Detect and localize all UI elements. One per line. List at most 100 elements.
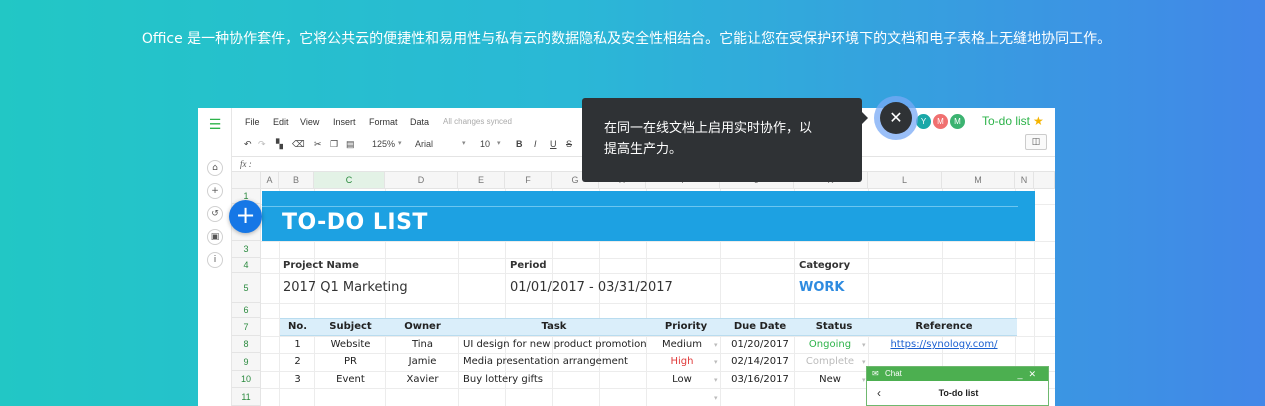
table-cell[interactable]: UI design for new product promotion	[463, 339, 647, 350]
category-label: Category	[799, 260, 851, 271]
close-icon[interactable]: ✕	[880, 102, 912, 134]
italic-button[interactable]: I	[534, 139, 537, 149]
history-icon[interactable]: ↺	[207, 206, 223, 222]
table-cell[interactable]: 03/16/2017	[723, 374, 797, 385]
menu-format[interactable]: Format	[369, 117, 398, 127]
formula-label: fx :	[240, 159, 252, 169]
table-cell[interactable]: 3	[280, 374, 315, 385]
column-header[interactable]: D	[385, 172, 458, 189]
dropdown-arrow-icon[interactable]: ▾	[862, 358, 866, 366]
column-header[interactable]: A	[261, 172, 279, 189]
chat-header: ✉ Chat _✕	[867, 367, 1048, 381]
table-cell[interactable]: PR	[315, 356, 386, 367]
add-user-icon[interactable]: +	[207, 183, 223, 199]
row-header[interactable]: 9	[232, 353, 261, 371]
column-header[interactable]: F	[505, 172, 552, 189]
font-size-select[interactable]: 10	[480, 139, 490, 149]
info-icon[interactable]: i	[207, 252, 223, 268]
category-value[interactable]: WORK	[799, 280, 844, 295]
document-title-text: To-do list	[982, 114, 1031, 128]
menu-file[interactable]: File	[245, 117, 260, 127]
avatar[interactable]: Y	[916, 114, 931, 129]
th-task: Task	[541, 321, 567, 332]
grid-corner[interactable]	[232, 172, 261, 189]
status-badge[interactable]: Ongoing	[797, 339, 863, 350]
th-owner: Owner	[404, 321, 441, 332]
menu-insert[interactable]: Insert	[333, 117, 356, 127]
column-header[interactable]: N	[1015, 172, 1034, 189]
chat-window-controls[interactable]: _✕	[1017, 367, 1042, 381]
row-header[interactable]: 3	[232, 241, 261, 258]
reference-link[interactable]: https://synology.com/	[871, 339, 1017, 350]
font-select[interactable]: Arial	[415, 139, 433, 149]
table-cell[interactable]: 2	[280, 356, 315, 367]
dropdown-arrow-icon[interactable]: ▾	[714, 376, 718, 384]
zoom-select[interactable]: 125%	[372, 139, 395, 149]
font-chevron-down-icon[interactable]: ▾	[462, 139, 466, 147]
column-header[interactable]: M	[942, 172, 1015, 189]
hamburger-menu-icon[interactable]: ☰	[208, 118, 222, 132]
star-icon[interactable]: ★	[1033, 114, 1044, 128]
table-cell[interactable]: Xavier	[386, 374, 459, 385]
dropdown-arrow-icon[interactable]: ▾	[862, 341, 866, 349]
bold-button[interactable]: B	[516, 139, 523, 149]
row-header[interactable]: 10	[232, 371, 261, 388]
project-name-value[interactable]: 2017 Q1 Marketing	[283, 280, 408, 295]
side-panel-toggle-icon[interactable]: ◫	[1025, 134, 1047, 150]
menu-edit[interactable]: Edit	[273, 117, 289, 127]
table-cell[interactable]: Low	[649, 374, 715, 385]
undo-icon[interactable]: ↶	[244, 139, 252, 150]
th-priority: Priority	[664, 321, 708, 332]
period-value[interactable]: 01/01/2017 - 03/31/2017	[510, 280, 673, 295]
table-cell[interactable]: Jamie	[386, 356, 459, 367]
chat-panel[interactable]: ✉ Chat _✕ ‹ To-do list	[866, 366, 1049, 406]
table-cell[interactable]: Event	[315, 374, 386, 385]
row-header[interactable]: 5	[232, 273, 261, 303]
paint-format-icon[interactable]: ▚	[276, 139, 283, 150]
table-cell[interactable]: Buy lottery gifts	[463, 374, 543, 385]
avatar[interactable]: M	[933, 114, 948, 129]
status-badge[interactable]: Complete	[797, 356, 863, 367]
dropdown-arrow-icon[interactable]: ▾	[714, 358, 718, 366]
clear-format-icon[interactable]: ⌫	[292, 139, 305, 150]
cut-icon[interactable]: ✂	[314, 139, 322, 150]
column-header[interactable]: E	[458, 172, 505, 189]
row-header[interactable]: 6	[232, 303, 261, 318]
table-cell[interactable]: 1	[280, 339, 315, 350]
add-button[interactable]: +	[229, 200, 262, 233]
row-header[interactable]: 11	[232, 388, 261, 406]
avatar[interactable]: M	[950, 114, 965, 129]
font-size-chevron-down-icon[interactable]: ▾	[497, 139, 501, 147]
status-badge[interactable]: New	[797, 374, 863, 385]
dropdown-arrow-icon[interactable]: ▾	[714, 341, 718, 349]
dropdown-arrow-icon[interactable]: ▾	[714, 394, 718, 402]
copy-icon[interactable]: ❐	[330, 139, 338, 150]
row-header[interactable]: 7	[232, 318, 261, 336]
todo-banner[interactable]: TO-DO LIST	[262, 191, 1035, 241]
column-header[interactable]: C	[314, 172, 385, 189]
table-cell[interactable]: Media presentation arrangement	[463, 356, 628, 367]
column-header[interactable]: B	[279, 172, 314, 189]
table-cell[interactable]: 02/14/2017	[723, 356, 797, 367]
lock-icon[interactable]: ▣	[207, 229, 223, 245]
intro-text: Office 是一种协作套件，它将公共云的便捷性和易用性与私有云的数据隐私及安全…	[141, 31, 1112, 47]
row-header[interactable]: 4	[232, 258, 261, 273]
redo-icon[interactable]: ↷	[258, 139, 266, 150]
column-header[interactable]: L	[868, 172, 942, 189]
tag-icon[interactable]: ⌂	[207, 160, 223, 176]
dropdown-arrow-icon[interactable]: ▾	[862, 376, 866, 384]
table-cell[interactable]: Website	[315, 339, 386, 350]
zoom-chevron-down-icon[interactable]: ▾	[398, 139, 402, 147]
table-cell[interactable]: Tina	[386, 339, 459, 350]
menu-data[interactable]: Data	[410, 117, 429, 127]
collaboration-tooltip: 在同一在线文档上启用实时协作，以 提高生产力。	[582, 98, 868, 182]
menu-view[interactable]: View	[300, 117, 319, 127]
table-cell[interactable]: 01/20/2017	[723, 339, 797, 350]
paste-icon[interactable]: ▤	[346, 139, 355, 150]
strikethrough-button[interactable]: S	[566, 139, 572, 149]
document-title[interactable]: To-do list ★	[982, 114, 1044, 128]
row-header[interactable]: 8	[232, 336, 261, 353]
table-cell[interactable]: Medium	[649, 339, 715, 350]
underline-button[interactable]: U	[550, 139, 557, 149]
table-cell[interactable]: High	[649, 356, 715, 367]
